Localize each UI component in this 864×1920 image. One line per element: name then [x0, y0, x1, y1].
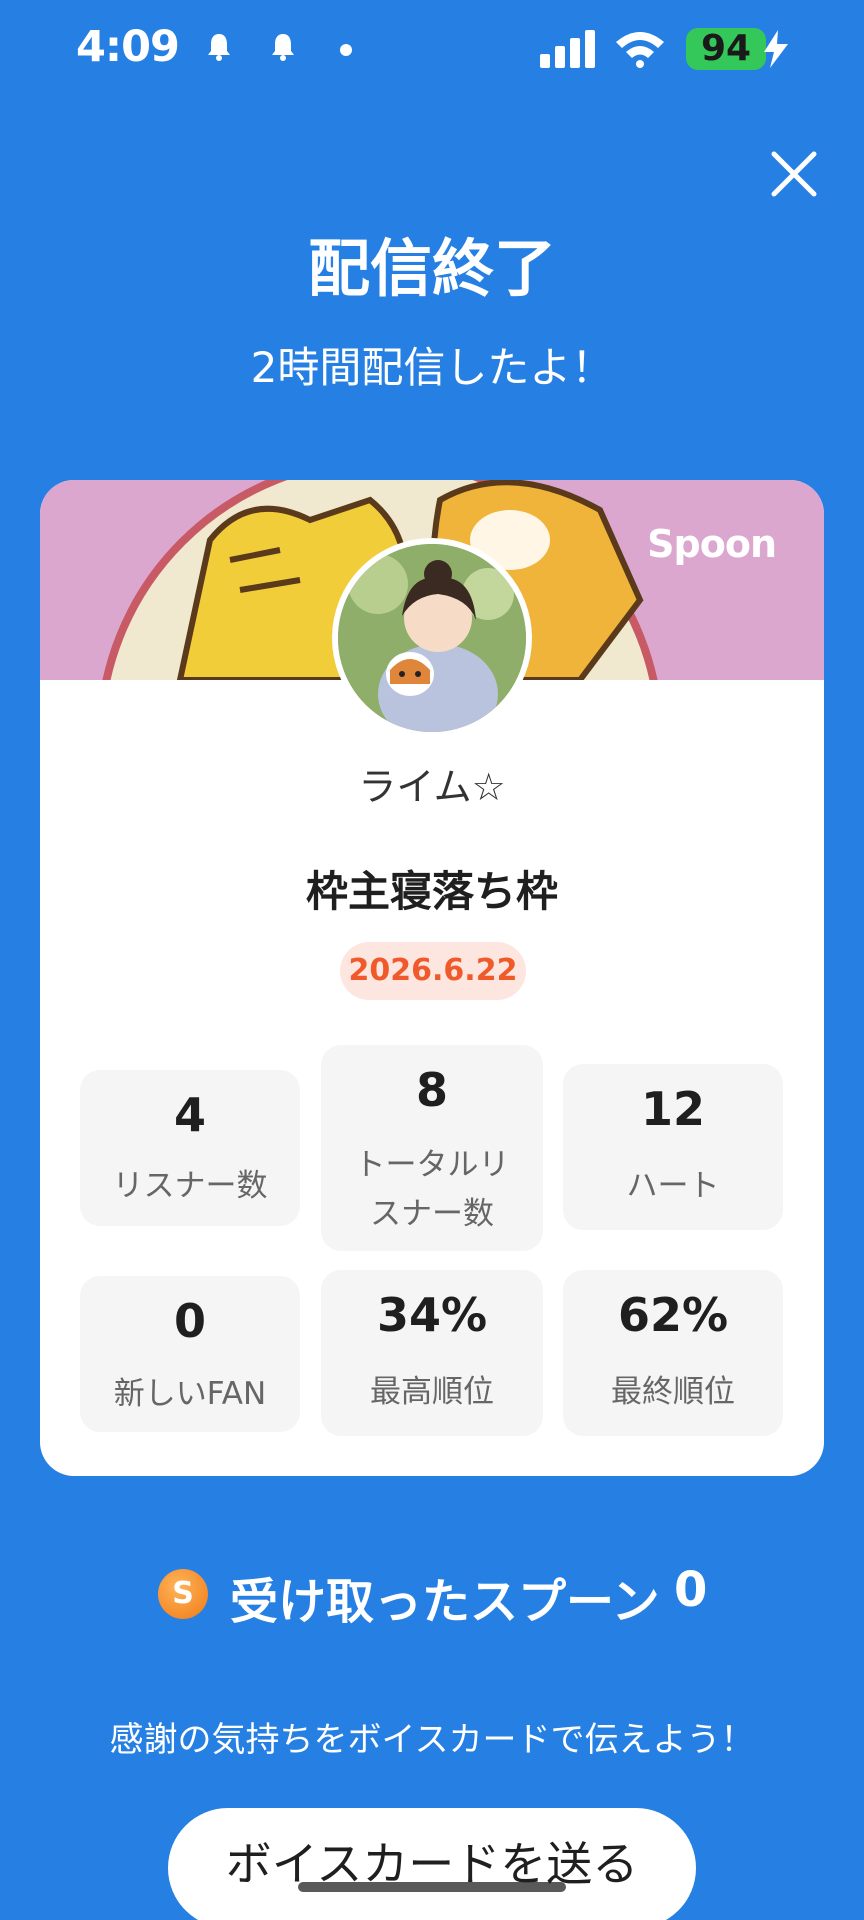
stat-final-rank: 62% 最終順位: [563, 1270, 783, 1436]
stat-label: 新しいFAN: [113, 1376, 267, 1412]
stream-ended-screen: 4:09 94 配信終了 2時間配信したよ！ Spoon ライム☆ 枠主寝落ち枠…: [0, 0, 864, 1920]
status-time: 4:09: [76, 22, 180, 72]
wifi-icon: [616, 32, 664, 68]
stat-label: 最終順位: [611, 1374, 735, 1410]
stat-label: 最高順位: [370, 1374, 494, 1410]
date-badge: 2026.6.22: [340, 942, 526, 1000]
notification-bell-icon: [208, 34, 230, 61]
spoon-coin-icon: S: [158, 1569, 208, 1619]
avatar-image: [338, 544, 526, 732]
close-button[interactable]: [768, 148, 820, 200]
stat-new-fans: 0 新しいFAN: [80, 1276, 300, 1432]
spoons-received-label: 受け取ったスプーン: [230, 1574, 660, 1630]
stat-value: 0: [173, 1294, 206, 1348]
status-dot: [340, 44, 352, 56]
stat-label-line2: スナー数: [370, 1196, 494, 1232]
stat-highest-rank: 34% 最高順位: [321, 1270, 543, 1436]
notification-bell-icon: [272, 34, 294, 61]
stat-value: 12: [640, 1082, 705, 1136]
stat-value: 34%: [376, 1288, 488, 1342]
battery-level: 94: [686, 28, 766, 70]
stat-total-listeners: 8 トータルリ スナー数: [321, 1045, 543, 1251]
cellular-signal-icon: [540, 30, 595, 68]
home-indicator[interactable]: [298, 1882, 566, 1892]
stat-label-line1: トータルリ: [354, 1147, 510, 1183]
stat-value: 8: [415, 1063, 448, 1117]
host-avatar: [332, 538, 532, 738]
stat-value: 4: [173, 1088, 206, 1142]
stat-value: 62%: [617, 1288, 729, 1342]
stat-listeners: 4 リスナー数: [80, 1070, 300, 1226]
stream-summary-card: Spoon ライム☆ 枠主寝落ち枠 2026.6.22 4 リスナー数 8 トー…: [40, 480, 824, 1476]
send-voice-card-button[interactable]: ボイスカードを送る: [168, 1808, 696, 1920]
spoons-received-count: 0: [674, 1562, 708, 1618]
page-subtitle: 2時間配信したよ！: [250, 343, 614, 392]
stat-label: ハート: [626, 1168, 720, 1204]
charging-bolt-icon: [764, 30, 788, 68]
stat-hearts: 12 ハート: [563, 1064, 783, 1230]
page-title: 配信終了: [307, 232, 556, 305]
stat-label: リスナー数: [112, 1168, 268, 1204]
host-name: ライム☆: [358, 765, 506, 809]
spoon-logo: Spoon: [647, 522, 777, 566]
stream-title: 枠主寝落ち枠: [305, 867, 558, 916]
thanks-message: 感謝の気持ちをボイスカードで伝えよう！: [109, 1720, 755, 1760]
